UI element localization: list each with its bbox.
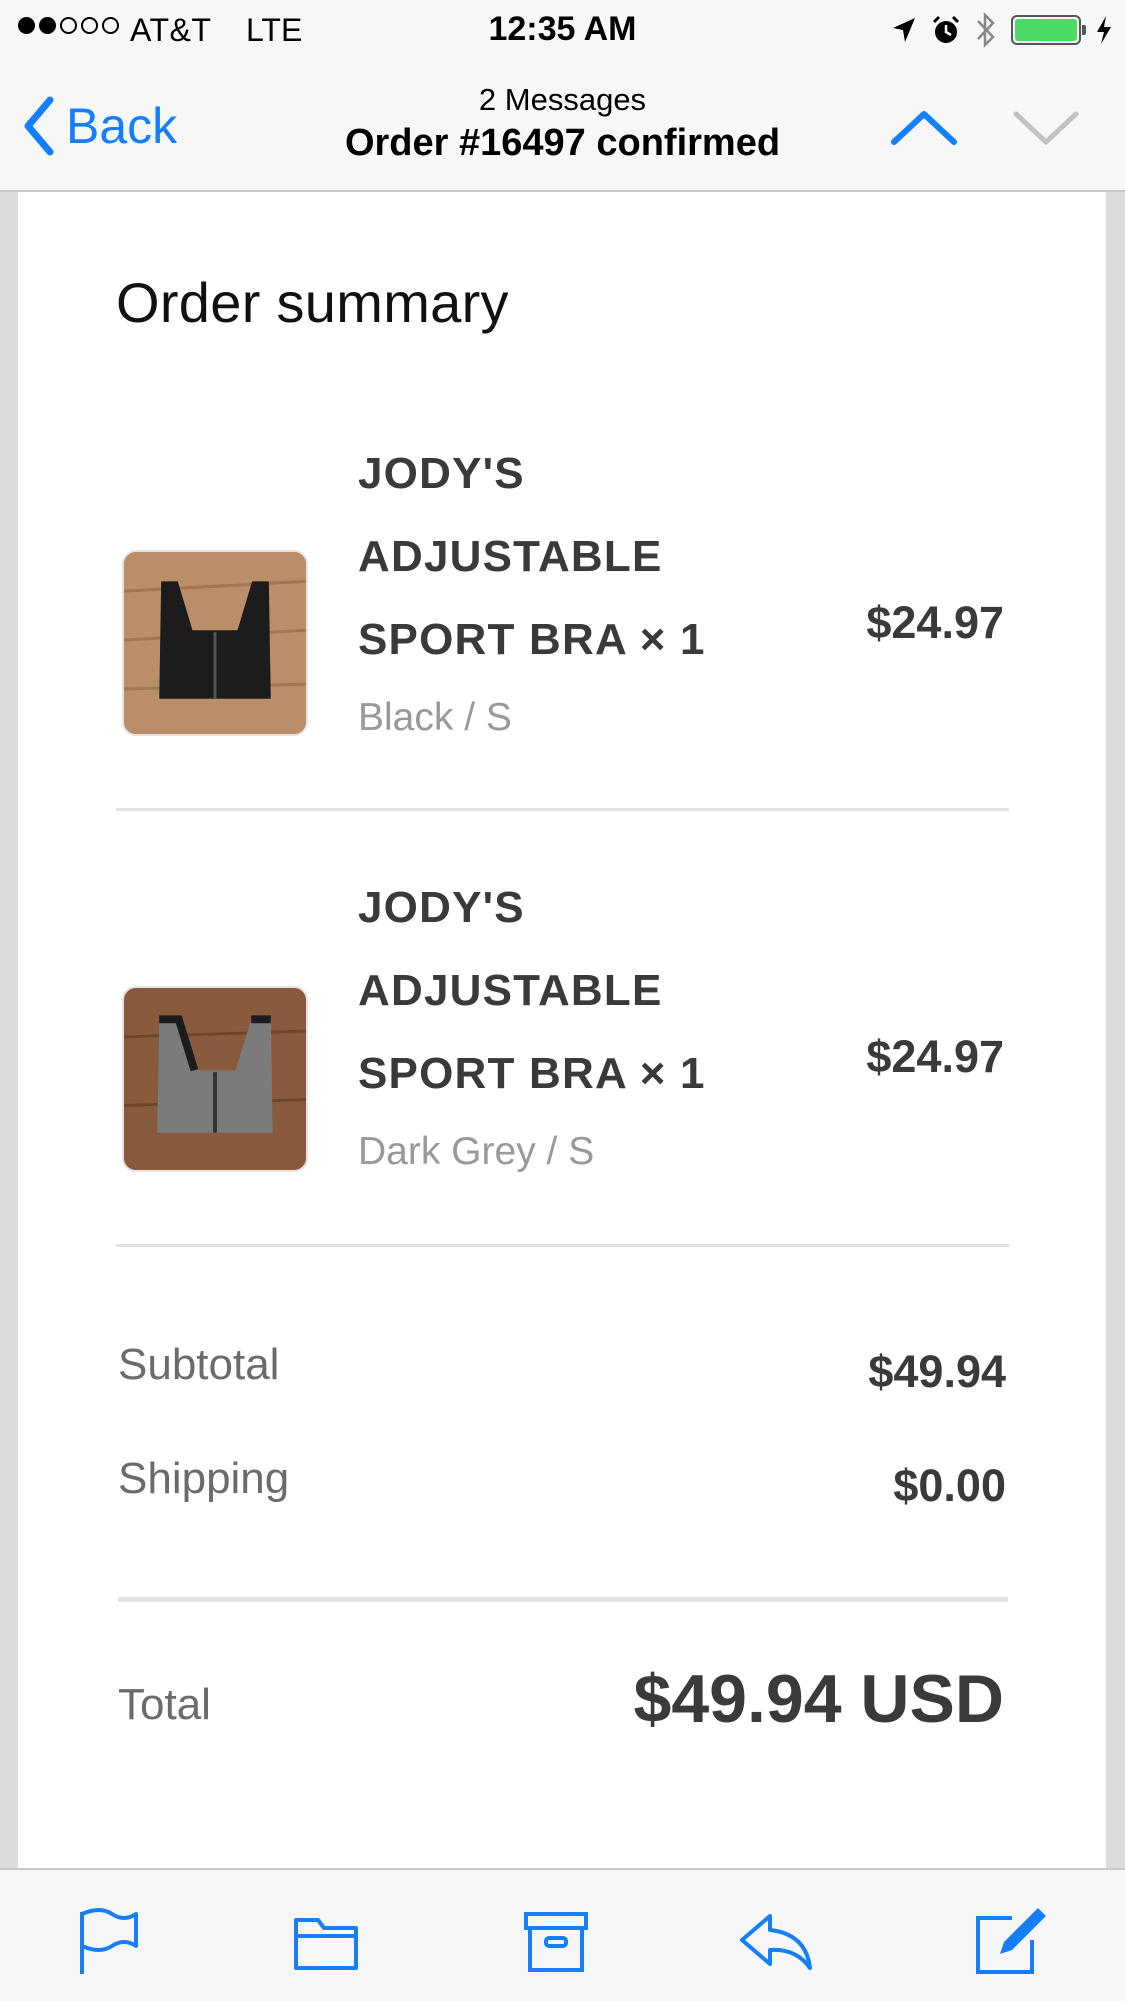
item-name: JODY'S ADJUSTABLE SPORT BRA × 1 <box>358 883 706 1098</box>
message-body[interactable]: Order summary JODY'S ADJUSTABLE SPORT BR… <box>0 192 1125 1868</box>
folder-icon <box>294 1918 358 1970</box>
reply-button[interactable] <box>736 1906 816 1976</box>
status-icons <box>891 10 1113 50</box>
item-name: JODY'S ADJUSTABLE SPORT BRA × 1 <box>358 449 706 664</box>
charging-icon <box>1097 16 1111 44</box>
item-variant: Black / S <box>358 696 512 739</box>
subtotal-value: $49.94 <box>868 1346 1006 1397</box>
shipping-value: $0.00 <box>893 1460 1006 1511</box>
item-price: $24.97 <box>866 1031 1004 1082</box>
compose-button[interactable] <box>970 1906 1050 1976</box>
next-message-button[interactable] <box>1006 96 1086 156</box>
item-variant: Dark Grey / S <box>358 1130 595 1173</box>
email-content: Order summary JODY'S ADJUSTABLE SPORT BR… <box>18 192 1106 1868</box>
navigation-bar: Back 2 Messages Order #16497 confirmed <box>0 60 1125 192</box>
mail-toolbar <box>0 1868 1125 2001</box>
order-summary-heading: Order summary <box>116 271 509 334</box>
compose-icon <box>976 1908 1046 1974</box>
archive-icon <box>524 1912 588 1972</box>
item-price: $24.97 <box>866 597 1004 648</box>
item-divider <box>116 808 1009 811</box>
archive-button[interactable] <box>516 1906 596 1976</box>
previous-message-button[interactable] <box>884 96 964 156</box>
subtotal-label: Subtotal <box>118 1340 280 1389</box>
status-bar: AT&T LTE 12:35 AM <box>0 0 1125 60</box>
battery-icon <box>1011 15 1086 45</box>
black-sport-bra-photo <box>122 550 308 736</box>
item-divider <box>116 1244 1009 1247</box>
grey-sport-bra-photo <box>122 986 308 1172</box>
location-icon <box>893 18 915 42</box>
alarm-icon <box>932 15 960 43</box>
chevron-up-icon <box>891 111 957 145</box>
flag-icon <box>80 1908 138 1974</box>
total-divider <box>118 1597 1008 1602</box>
flag-button[interactable] <box>70 1906 150 1976</box>
move-to-folder-button[interactable] <box>286 1906 366 1976</box>
reply-icon <box>740 1914 812 1970</box>
chevron-down-icon <box>1013 111 1079 145</box>
total-value: $49.94 USD <box>633 1661 1004 1737</box>
bluetooth-icon <box>977 11 995 49</box>
total-label: Total <box>118 1680 211 1729</box>
shipping-label: Shipping <box>118 1454 290 1503</box>
